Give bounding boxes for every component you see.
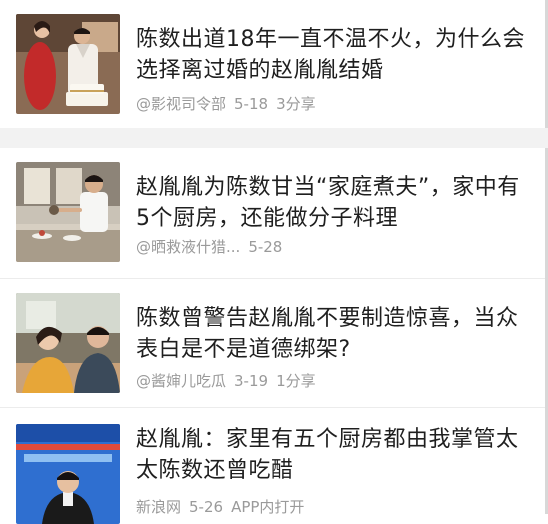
news-card[interactable]: 陈数曾警告赵胤胤不要制造惊喜，当众表白是不是道德绑架? @酱婶儿吃瓜 3-19 1分… (0, 279, 548, 407)
news-source: 新浪网 (136, 498, 182, 516)
news-meta: @酱婶儿吃瓜 3-19 1分享 (136, 370, 316, 391)
news-shares: 3分享 (276, 95, 316, 113)
news-card[interactable]: 赵胤胤为陈数甘当“家庭煮夫”，家中有5个厨房，还能做分子料理 @晒救液什猎...… (0, 148, 548, 278)
news-meta: @影视司令部 5-18 3分享 (136, 93, 316, 114)
news-source: @酱婶儿吃瓜 (136, 372, 227, 390)
news-title[interactable]: 陈数曾警告赵胤胤不要制造惊喜，当众表白是不是道德绑架? (136, 303, 528, 365)
news-card[interactable]: 陈数出道18年一直不温不火，为什么会选择离过婚的赵胤胤结婚 @影视司令部 5-18… (0, 0, 548, 128)
news-title[interactable]: 赵胤胤：家里有五个厨房都由我掌管太太陈数还曾吃醋 (136, 424, 528, 486)
news-open-in-app[interactable]: APP内打开 (231, 498, 304, 516)
news-source: @晒救液什猎... (136, 238, 241, 256)
news-card[interactable]: 赵胤胤：家里有五个厨房都由我掌管太太陈数还曾吃醋 新浪网 5-26 APP内打开 (0, 408, 548, 524)
news-date: 5-18 (234, 95, 269, 113)
news-source: @影视司令部 (136, 95, 227, 113)
news-date: 5-28 (248, 238, 283, 256)
tv-show-host-photo (16, 424, 120, 524)
news-date: 3-19 (234, 372, 269, 390)
couple-cake-photo (16, 14, 120, 114)
news-thumbnail[interactable] (16, 424, 120, 524)
section-gap (0, 128, 548, 148)
news-title[interactable]: 赵胤胤为陈数甘当“家庭煮夫”，家中有5个厨房，还能做分子料理 (136, 172, 528, 234)
couple-smiling-photo (16, 293, 120, 393)
news-date: 5-26 (189, 498, 224, 516)
news-meta: @晒救液什猎... 5-28 (136, 236, 282, 257)
man-in-kitchen-photo (16, 162, 120, 262)
news-thumbnail[interactable] (16, 293, 120, 393)
news-title[interactable]: 陈数出道18年一直不温不火，为什么会选择离过婚的赵胤胤结婚 (136, 24, 528, 86)
news-shares: 1分享 (276, 372, 316, 390)
news-feed: 陈数出道18年一直不温不火，为什么会选择离过婚的赵胤胤结婚 @影视司令部 5-18… (0, 0, 548, 524)
news-thumbnail[interactable] (16, 14, 120, 114)
news-thumbnail[interactable] (16, 162, 120, 262)
